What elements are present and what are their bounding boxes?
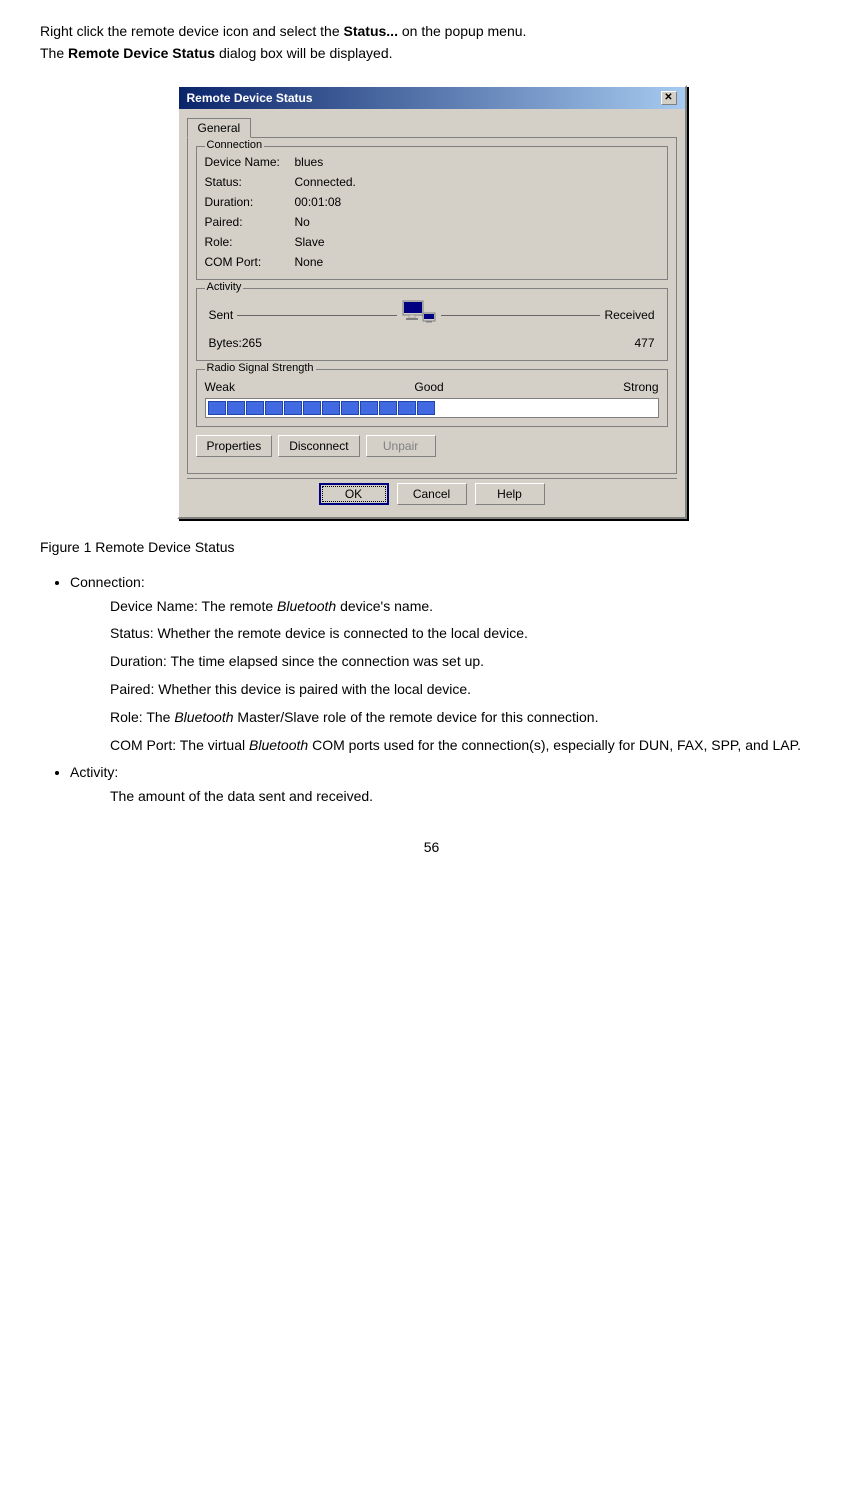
received-label: Received: [604, 308, 654, 322]
signal-block: [303, 401, 321, 415]
device-name-label: Device Name:: [205, 155, 295, 169]
page-num-text: 56: [424, 839, 440, 855]
activity-legend: Activity: [205, 281, 244, 293]
role-value: Slave: [295, 235, 325, 249]
connection-legend: Connection: [205, 139, 265, 151]
signal-block: [341, 401, 359, 415]
signal-legend: Radio Signal Strength: [205, 362, 316, 374]
dialog-wrapper: Remote Device Status ✕ General Connectio…: [40, 85, 823, 519]
network-svg: [401, 299, 437, 329]
paired-value: No: [295, 215, 310, 229]
dialog-titlebar: Remote Device Status ✕: [179, 87, 685, 109]
body-section: Connection: Device Name: The remote Blue…: [40, 571, 823, 809]
line-left: [237, 315, 397, 316]
field-row-paired: Paired: No: [205, 211, 659, 229]
tab-bar: General: [187, 117, 677, 137]
field-row-status: Status: Connected.: [205, 171, 659, 189]
remote-device-status-dialog: Remote Device Status ✕ General Connectio…: [177, 85, 687, 519]
sent-label: Sent: [209, 308, 234, 322]
bytes-received-value: 477: [634, 336, 654, 350]
dialog-title: Remote Device Status: [187, 91, 313, 105]
signal-block: [379, 401, 397, 415]
disconnect-button[interactable]: Disconnect: [278, 435, 359, 457]
signal-block: [360, 401, 378, 415]
sub-item-device-name: Device Name: The remote Bluetooth device…: [110, 595, 823, 619]
sub-item-paired: Paired: Whether this device is paired wi…: [110, 678, 823, 702]
signal-good-label: Good: [414, 380, 443, 394]
properties-button[interactable]: Properties: [196, 435, 273, 457]
dialog-footer: OK Cancel Help: [187, 478, 677, 509]
signal-block: [398, 401, 416, 415]
device-name-value: blues: [295, 155, 324, 169]
role-label: Role:: [205, 235, 295, 249]
sub-item-activity-desc: The amount of the data sent and received…: [110, 785, 823, 809]
page-number: 56: [40, 839, 823, 855]
signal-bar-fill: [206, 399, 658, 417]
connection-label: Connection:: [70, 574, 145, 590]
bytes-sent-value: 265: [242, 336, 262, 350]
sub-item-duration: Duration: The time elapsed since the con…: [110, 650, 823, 674]
duration-label: Duration:: [205, 195, 295, 209]
com-port-value: None: [295, 255, 324, 269]
signal-weak-label: Weak: [205, 380, 235, 394]
connection-group: Connection Device Name: blues Status: Co…: [196, 146, 668, 280]
com-port-label: COM Port:: [205, 255, 295, 269]
activity-bullet-label: Activity:: [70, 764, 118, 780]
bytes-row: Bytes: 265 477: [205, 334, 659, 352]
unpair-button[interactable]: Unpair: [366, 435, 436, 457]
signal-block: [265, 401, 283, 415]
paired-label: Paired:: [205, 215, 295, 229]
signal-block: [246, 401, 264, 415]
field-row-role: Role: Slave: [205, 231, 659, 249]
list-item-activity: Activity: The amount of the data sent an…: [70, 761, 823, 809]
activity-sub-list: The amount of the data sent and received…: [110, 785, 823, 809]
list-item-connection: Connection: Device Name: The remote Blue…: [70, 571, 823, 758]
remote-device-status-bold: Remote Device Status: [68, 45, 215, 61]
signal-block: [208, 401, 226, 415]
network-icon: [397, 299, 441, 332]
intro-line2: The Remote Device Status dialog box will…: [40, 45, 393, 61]
signal-block: [284, 401, 302, 415]
activity-header-row: Sent: [205, 299, 659, 332]
signal-block: [227, 401, 245, 415]
bytes-label: Bytes:: [209, 336, 242, 350]
signal-block: [322, 401, 340, 415]
dialog-body: General Connection Device Name: blues St…: [179, 109, 685, 517]
field-row-device-name: Device Name: blues: [205, 151, 659, 169]
sub-item-role: Role: The Bluetooth Master/Slave role of…: [110, 706, 823, 730]
bullet-list: Connection: Device Name: The remote Blue…: [70, 571, 823, 809]
tab-content-general: Connection Device Name: blues Status: Co…: [187, 137, 677, 474]
intro-line1: Right click the remote device icon and s…: [40, 23, 526, 39]
signal-bar-container: [205, 398, 659, 418]
signal-block: [417, 401, 435, 415]
ok-button[interactable]: OK: [319, 483, 389, 505]
tab-general[interactable]: General: [187, 118, 252, 138]
figure-caption: Figure 1 Remote Device Status: [40, 539, 823, 555]
sub-item-status: Status: Whether the remote device is con…: [110, 622, 823, 646]
action-buttons-row: Properties Disconnect Unpair: [196, 435, 668, 457]
signal-strong-label: Strong: [623, 380, 658, 394]
status-bold: Status...: [344, 23, 398, 39]
help-button[interactable]: Help: [475, 483, 545, 505]
dialog-close-button[interactable]: ✕: [661, 91, 677, 105]
field-row-com-port: COM Port: None: [205, 251, 659, 269]
field-row-duration: Duration: 00:01:08: [205, 191, 659, 209]
cancel-button[interactable]: Cancel: [397, 483, 467, 505]
signal-labels-row: Weak Good Strong: [205, 380, 659, 394]
line-right: [441, 315, 601, 316]
duration-value: 00:01:08: [295, 195, 342, 209]
intro-paragraph: Right click the remote device icon and s…: [40, 20, 823, 65]
status-value: Connected.: [295, 175, 356, 189]
sub-item-com-port: COM Port: The virtual Bluetooth COM port…: [110, 734, 823, 758]
status-label: Status:: [205, 175, 295, 189]
activity-group: Activity Sent: [196, 288, 668, 361]
connection-sub-list: Device Name: The remote Bluetooth device…: [110, 595, 823, 758]
signal-group: Radio Signal Strength Weak Good Strong: [196, 369, 668, 427]
